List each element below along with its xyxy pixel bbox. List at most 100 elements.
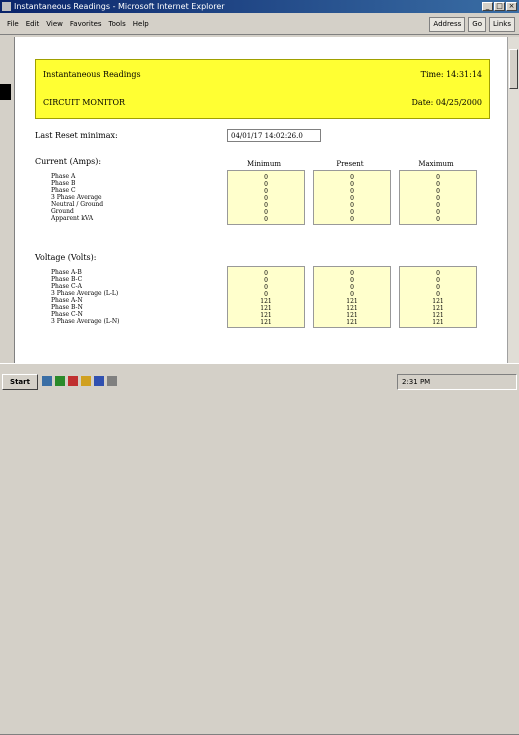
voltage-value: 121 bbox=[432, 298, 444, 305]
voltage-value: 121 bbox=[432, 312, 444, 319]
voltage-minimum-box: 0 0 0 0 121 121 121 121 bbox=[227, 266, 305, 328]
left-edge-marker bbox=[0, 84, 11, 100]
quick-launch bbox=[42, 376, 117, 386]
voltage-row-label: Phase C-A bbox=[51, 283, 82, 290]
window-titlebar: Instantaneous Readings - Microsoft Inter… bbox=[0, 0, 519, 13]
close-button[interactable]: × bbox=[506, 2, 517, 11]
minimize-button[interactable]: _ bbox=[482, 2, 493, 11]
address-label: Address bbox=[429, 17, 466, 32]
last-reset-value: 04/01/17 14:02:26.0 bbox=[227, 129, 321, 142]
voltage-value: 0 bbox=[350, 291, 354, 298]
voltage-value: 121 bbox=[346, 312, 358, 319]
col-minimum: Minimum bbox=[247, 160, 281, 168]
current-value: 0 bbox=[436, 195, 440, 202]
current-row-label: Phase C bbox=[51, 187, 76, 194]
voltage-value: 0 bbox=[264, 270, 268, 277]
voltage-value: 0 bbox=[436, 284, 440, 291]
start-button[interactable]: Start bbox=[2, 374, 38, 390]
voltage-value: 121 bbox=[346, 298, 358, 305]
voltage-value: 0 bbox=[436, 270, 440, 277]
desktop-icon[interactable] bbox=[55, 376, 65, 386]
voltage-present-box: 0 0 0 0 121 121 121 121 bbox=[313, 266, 391, 328]
current-value: 0 bbox=[350, 209, 354, 216]
scrollbar-thumb[interactable] bbox=[509, 49, 518, 89]
current-row-label: Ground bbox=[51, 208, 74, 215]
voltage-value: 121 bbox=[260, 298, 272, 305]
window-icon[interactable] bbox=[94, 376, 104, 386]
voltage-value: 0 bbox=[436, 291, 440, 298]
menu-file[interactable]: File bbox=[7, 20, 19, 28]
current-value: 0 bbox=[436, 216, 440, 223]
voltage-section-label: Voltage (Volts): bbox=[35, 253, 97, 262]
app-icon[interactable] bbox=[68, 376, 78, 386]
current-value: 0 bbox=[350, 174, 354, 181]
voltage-value: 0 bbox=[264, 277, 268, 284]
voltage-value: 121 bbox=[260, 312, 272, 319]
current-value: 0 bbox=[264, 209, 268, 216]
go-button[interactable]: Go bbox=[468, 17, 487, 32]
current-section-label: Current (Amps): bbox=[35, 157, 102, 166]
col-present: Present bbox=[336, 160, 364, 168]
current-value: 0 bbox=[436, 202, 440, 209]
menu-view[interactable]: View bbox=[46, 20, 63, 28]
current-value: 0 bbox=[264, 188, 268, 195]
voltage-row-label: 3 Phase Average (L-N) bbox=[51, 318, 120, 325]
voltage-value: 0 bbox=[350, 277, 354, 284]
vertical-scrollbar[interactable] bbox=[507, 37, 519, 363]
voltage-row-label: Phase B-C bbox=[51, 276, 83, 283]
voltage-row-label: Phase A-B bbox=[51, 269, 82, 276]
page-title: Instantaneous Readings bbox=[43, 70, 141, 79]
voltage-value: 0 bbox=[436, 277, 440, 284]
maximize-button[interactable]: □ bbox=[494, 2, 505, 11]
current-value: 0 bbox=[350, 188, 354, 195]
ie-app-icon bbox=[2, 2, 11, 11]
current-value: 0 bbox=[436, 209, 440, 216]
voltage-row-label: 3 Phase Average (L-L) bbox=[51, 290, 119, 297]
voltage-value: 0 bbox=[264, 284, 268, 291]
current-value: 0 bbox=[350, 202, 354, 209]
current-value: 0 bbox=[350, 181, 354, 188]
voltage-row-label: Phase A-N bbox=[51, 297, 83, 304]
time-readout: Time: 14:31:14 bbox=[420, 70, 482, 79]
links-button[interactable]: Links bbox=[489, 17, 515, 32]
current-value: 0 bbox=[436, 174, 440, 181]
menu-edit[interactable]: Edit bbox=[26, 20, 40, 28]
voltage-value: 121 bbox=[346, 305, 358, 312]
system-tray: 2:31 PM bbox=[397, 374, 517, 390]
menu-favorites[interactable]: Favorites bbox=[70, 20, 102, 28]
current-value: 0 bbox=[264, 181, 268, 188]
voltage-row-label: Phase C-N bbox=[51, 311, 83, 318]
current-value: 0 bbox=[264, 202, 268, 209]
menu-bar: File Edit View Favorites Tools Help Addr… bbox=[0, 13, 519, 35]
current-maximum-box: 0000000 bbox=[399, 170, 477, 225]
folder-icon[interactable] bbox=[81, 376, 91, 386]
voltage-value: 0 bbox=[350, 270, 354, 277]
voltage-value: 121 bbox=[346, 319, 358, 326]
program-icon[interactable] bbox=[107, 376, 117, 386]
current-row-label: Neutral / Ground bbox=[51, 201, 104, 208]
current-value: 0 bbox=[436, 181, 440, 188]
current-value: 0 bbox=[350, 195, 354, 202]
current-present-box: 0000000 bbox=[313, 170, 391, 225]
last-reset-label: Last Reset minimax: bbox=[35, 131, 118, 140]
ie-icon[interactable] bbox=[42, 376, 52, 386]
device-name: CIRCUIT MONITOR bbox=[43, 98, 126, 107]
voltage-value: 121 bbox=[432, 319, 444, 326]
voltage-value: 0 bbox=[350, 284, 354, 291]
window-title: Instantaneous Readings - Microsoft Inter… bbox=[14, 2, 225, 11]
voltage-value: 121 bbox=[260, 305, 272, 312]
current-value: 0 bbox=[264, 174, 268, 181]
voltage-maximum-box: 0 0 0 0 121 121 121 121 bbox=[399, 266, 477, 328]
current-row-label: Phase A bbox=[51, 173, 76, 180]
current-value: 0 bbox=[264, 195, 268, 202]
clock: 2:31 PM bbox=[402, 378, 431, 386]
current-row-label: 3 Phase Average bbox=[51, 194, 102, 201]
menu-tools[interactable]: Tools bbox=[109, 20, 126, 28]
status-bar bbox=[0, 727, 519, 735]
menu-help[interactable]: Help bbox=[133, 20, 149, 28]
col-maximum: Maximum bbox=[418, 160, 454, 168]
current-value: 0 bbox=[350, 216, 354, 223]
voltage-value: 0 bbox=[264, 291, 268, 298]
current-minimum-box: 0000000 bbox=[227, 170, 305, 225]
date-readout: Date: 04/25/2000 bbox=[411, 98, 482, 107]
